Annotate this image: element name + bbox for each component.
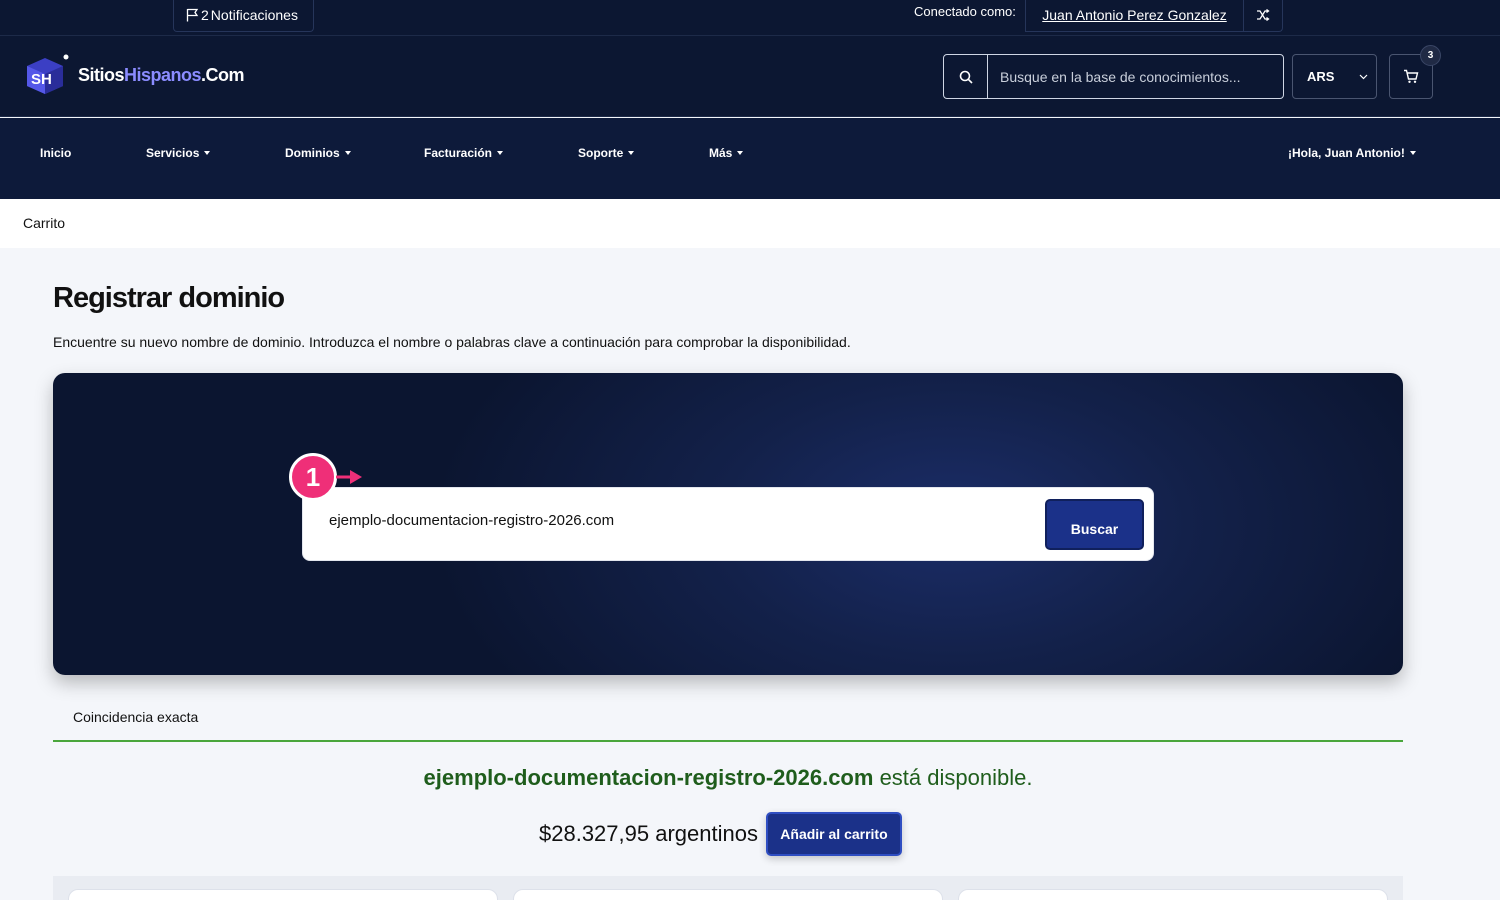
availability-status: está disponible.	[879, 765, 1033, 790]
site-header: SH SitiosHispanos.Com ARS	[0, 36, 1500, 117]
switch-account-button[interactable]	[1243, 0, 1283, 32]
notifications-button[interactable]: 2 Notificaciones	[173, 0, 314, 32]
logo-text-part3: .Com	[201, 64, 245, 85]
search-input[interactable]	[988, 55, 1283, 98]
notifications-count: 2	[201, 6, 209, 23]
nav-item-facturacion[interactable]: Facturación	[424, 146, 504, 160]
nav-label: Inicio	[40, 146, 72, 160]
nav-greeting: ¡Hola, Juan Antonio!	[1288, 146, 1405, 160]
match-divider	[53, 740, 1403, 742]
nav-label: Facturación	[424, 146, 493, 160]
suggestion-card	[513, 889, 943, 900]
page-title: Registrar dominio	[53, 282, 285, 314]
nav-label: Más	[709, 146, 733, 160]
breadcrumb-item: Carrito	[23, 215, 66, 231]
currency-value: ARS	[1307, 69, 1335, 84]
caret-down-icon	[1409, 151, 1416, 155]
available-domain: ejemplo-documentacion-registro-2026.com	[423, 765, 874, 790]
nav-item-inicio[interactable]: Inicio	[40, 146, 71, 160]
nav-label: Soporte	[578, 146, 624, 160]
nav-item-account[interactable]: ¡Hola, Juan Antonio!	[1288, 146, 1416, 160]
suggestion-card	[958, 889, 1388, 900]
shuffle-icon	[1257, 8, 1270, 21]
caret-down-icon	[344, 151, 351, 155]
nav-item-mas[interactable]: Más	[709, 146, 744, 160]
main-nav: Inicio Servicios Dominios Facturación So…	[0, 118, 1500, 199]
logo-text-part1: Sitios	[78, 64, 125, 85]
notifications-label: Notificaciones	[210, 6, 298, 23]
currency-select[interactable]: ARS	[1292, 54, 1377, 99]
site-logo[interactable]: SH SitiosHispanos.Com	[23, 54, 245, 96]
domain-search-form: Buscar	[302, 487, 1154, 561]
caret-down-icon	[737, 151, 744, 155]
svg-text:SH: SH	[31, 71, 52, 88]
logged-in-label: Conectado como:	[914, 4, 1016, 19]
nav-label: Dominios	[285, 146, 340, 160]
price-row: $28.327,95 argentinos Añadir al carrito	[539, 812, 902, 856]
nav-item-servicios[interactable]: Servicios	[146, 146, 211, 160]
step-marker: 1	[289, 453, 337, 501]
flag-icon	[186, 8, 199, 21]
nav-item-dominios[interactable]: Dominios	[285, 146, 351, 160]
page-intro: Encuentre su nuevo nombre de dominio. In…	[53, 334, 851, 350]
exact-match-label: Coincidencia exacta	[73, 709, 199, 725]
nav-item-soporte[interactable]: Soporte	[578, 146, 635, 160]
breadcrumb: Carrito	[0, 199, 1500, 248]
add-to-cart-button[interactable]: Añadir al carrito	[765, 812, 902, 856]
user-name-link[interactable]: Juan Antonio Perez Gonzalez	[1025, 0, 1244, 32]
arrow-right-icon	[336, 470, 362, 484]
chevron-down-icon	[1359, 74, 1368, 79]
search-button[interactable]	[944, 55, 988, 98]
search-icon	[959, 70, 973, 84]
caret-down-icon	[204, 151, 211, 155]
availability-message: ejemplo-documentacion-registro-2026.com …	[0, 765, 1456, 791]
logo-cube-icon: SH	[27, 54, 69, 94]
logo-text-part2: Hispanos	[124, 64, 202, 85]
domain-input[interactable]	[329, 512, 969, 529]
search-domain-button[interactable]: Buscar	[1045, 499, 1144, 550]
nav-label: Servicios	[146, 146, 200, 160]
cart-count-badge: 3	[1420, 45, 1441, 66]
domain-price: $28.327,95 argentinos	[539, 821, 758, 846]
knowledgebase-search	[943, 54, 1284, 99]
suggestion-card	[68, 889, 498, 900]
logo-text: SitiosHispanos.Com	[78, 64, 245, 86]
top-bar: 2 Notificaciones Conectado como: Juan Ant…	[0, 0, 1500, 36]
caret-down-icon	[497, 151, 504, 155]
caret-down-icon	[628, 151, 635, 155]
cart-icon	[1404, 69, 1419, 83]
